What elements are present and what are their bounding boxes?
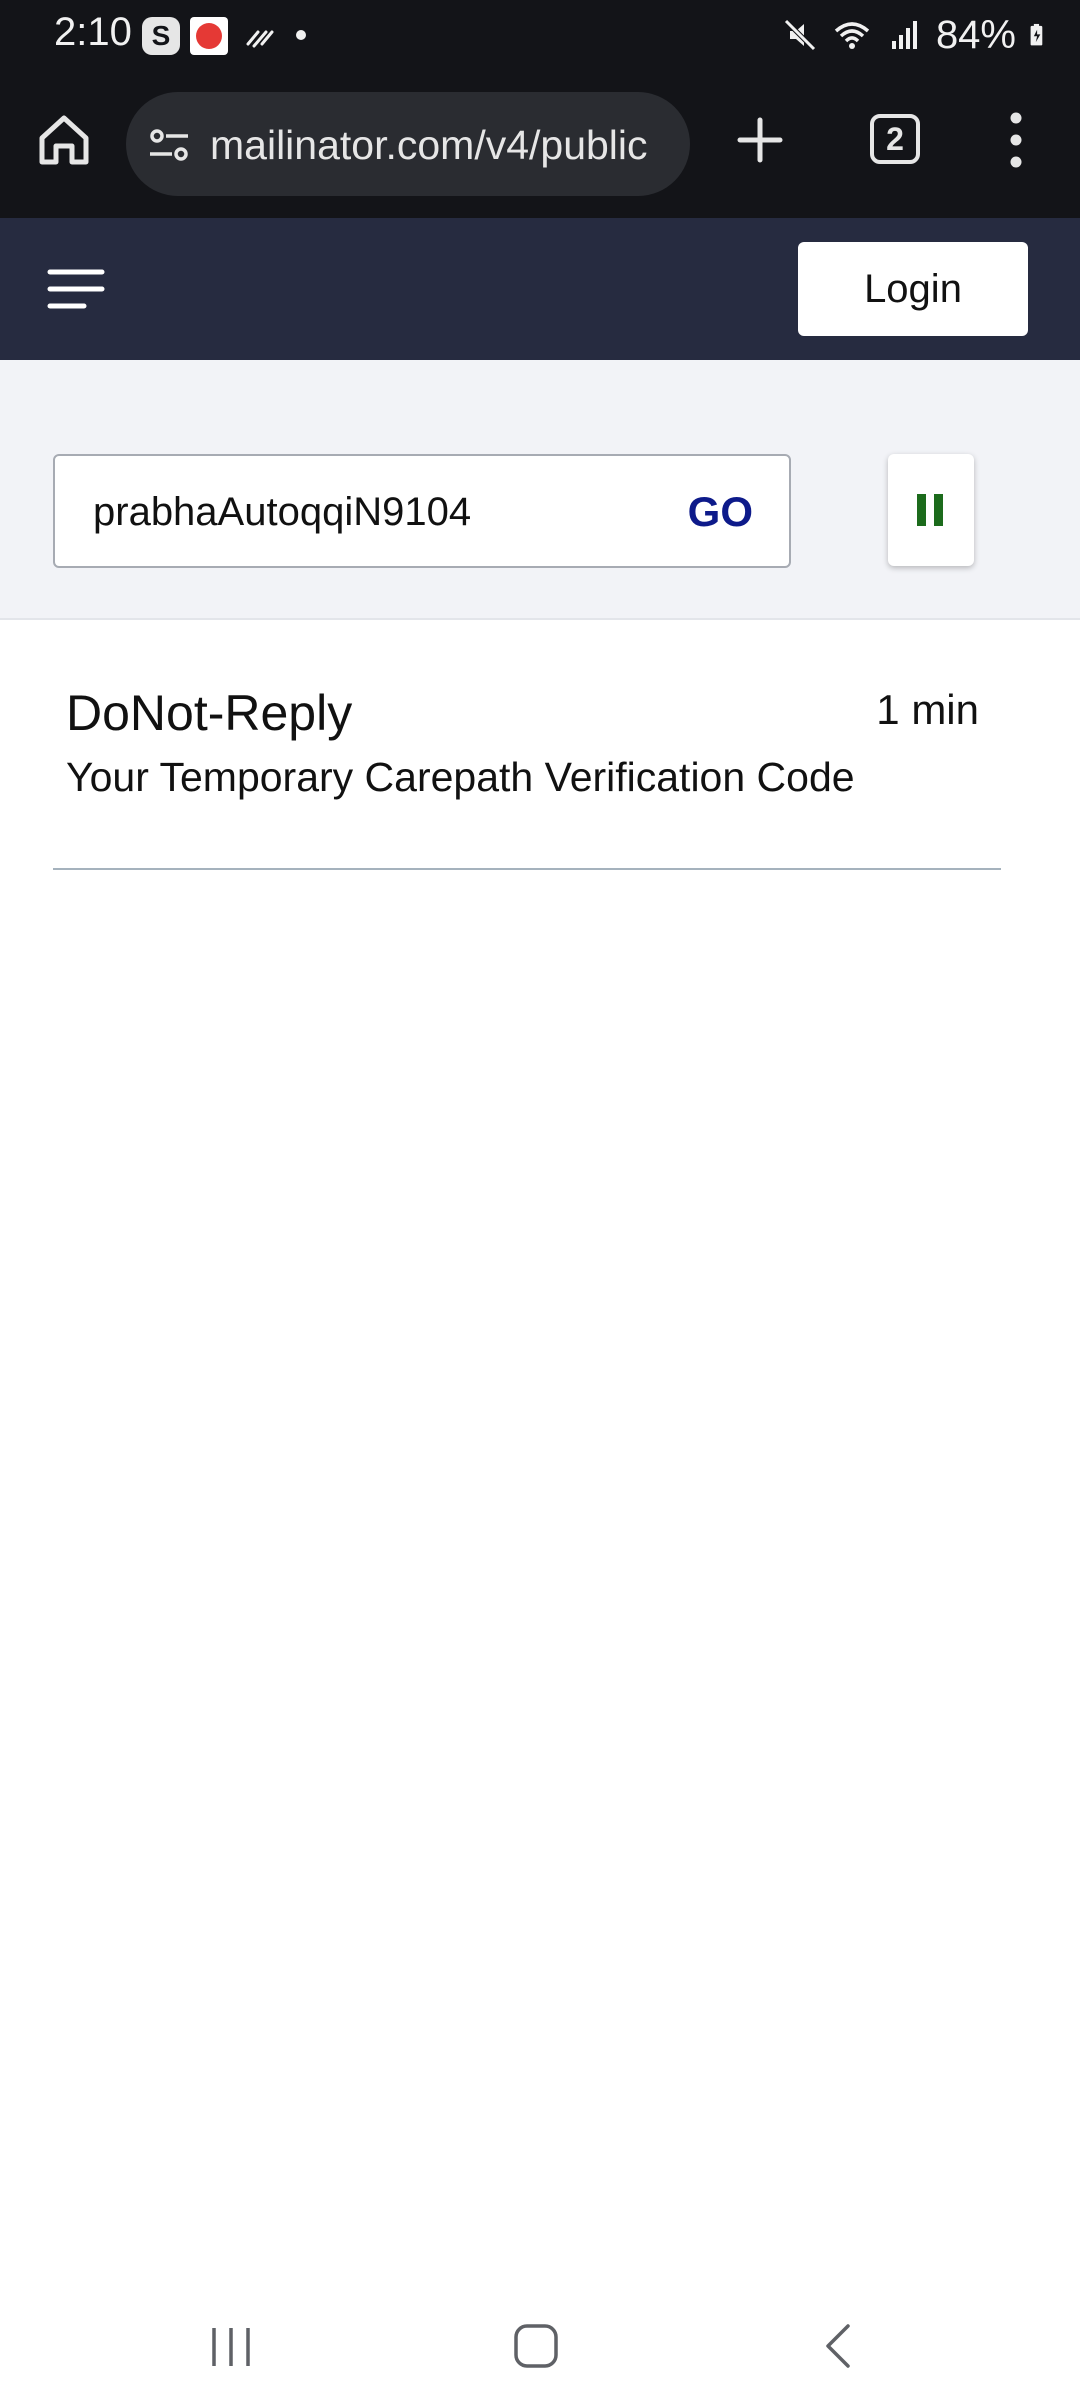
status-time: 2:10	[54, 10, 132, 54]
plus-icon[interactable]	[724, 104, 796, 176]
mute-icon	[784, 19, 816, 51]
site-settings-icon[interactable]	[146, 122, 192, 168]
url-text[interactable]: mailinator.com/v4/public	[210, 120, 680, 170]
browser-toolbar: mailinator.com/v4/public 2	[0, 70, 1080, 218]
status-bar: 2:10 S 84%	[0, 0, 1080, 70]
inbox-search-box: GO	[53, 454, 791, 568]
status-right: 84%	[780, 10, 1054, 60]
hamburger-icon[interactable]	[46, 264, 106, 314]
recent-apps-icon[interactable]	[206, 2322, 256, 2372]
home-icon[interactable]	[28, 104, 100, 176]
tab-count: 2	[870, 114, 920, 164]
flash-icon	[246, 30, 274, 48]
battery-charging-icon	[1030, 23, 1043, 46]
message-time: 1 min	[876, 686, 979, 733]
system-nav-bar	[0, 2280, 1080, 2408]
dot-icon	[296, 30, 306, 40]
message-sender: DoNot-Reply	[66, 685, 353, 741]
tab-switcher-icon[interactable]: 2	[860, 104, 932, 176]
go-button[interactable]: GO	[688, 480, 753, 544]
message-row[interactable]: DoNot-Reply 1 min Your Temporary Carepat…	[53, 620, 1001, 870]
inbox-search-input[interactable]	[93, 480, 653, 544]
skype-icon: S	[142, 17, 180, 55]
app-header: Login	[0, 218, 1080, 360]
pause-button[interactable]	[888, 454, 974, 566]
app-notification-icon	[190, 17, 228, 55]
signal-icon	[891, 21, 917, 49]
message-subject: Your Temporary Carepath Verification Cod…	[66, 754, 855, 800]
wifi-icon	[834, 22, 870, 49]
inbox-search-area: GO	[0, 360, 1080, 620]
login-button[interactable]: Login	[798, 242, 1028, 336]
battery-percent: 84%	[935, 12, 1016, 57]
address-bar[interactable]: mailinator.com/v4/public	[126, 92, 690, 196]
back-nav-icon[interactable]	[814, 2320, 864, 2372]
more-vert-icon[interactable]	[984, 104, 1048, 176]
home-nav-icon[interactable]	[510, 2320, 562, 2372]
pause-icon	[917, 494, 926, 526]
